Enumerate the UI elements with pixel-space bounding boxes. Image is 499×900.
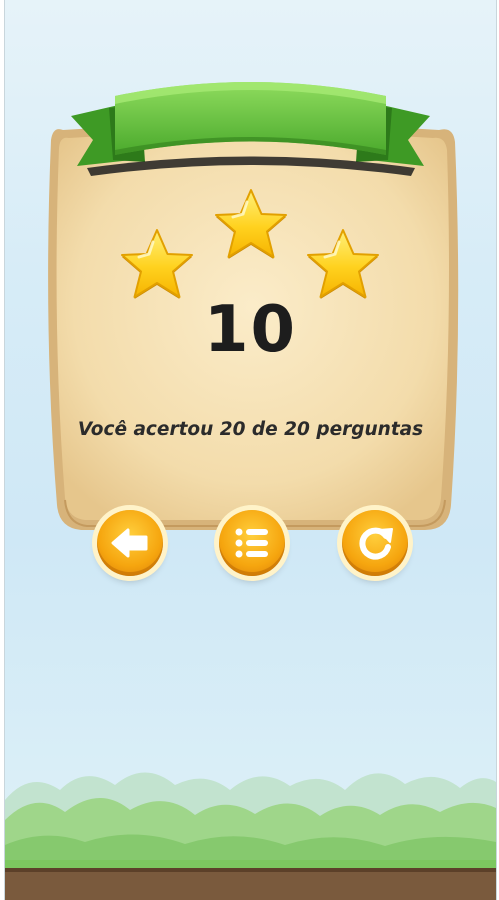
star-rating <box>121 189 379 299</box>
replay-icon <box>359 527 393 560</box>
retry-button[interactable] <box>342 510 408 576</box>
score-value: 10 <box>203 293 298 367</box>
back-button[interactable] <box>97 510 163 576</box>
result-message: Você acertou 20 de 20 perguntas <box>77 419 424 440</box>
levels-menu-button[interactable] <box>219 510 285 576</box>
list-icon <box>235 528 268 558</box>
star-icon <box>307 229 379 299</box>
game-screen: 10 Você acertou 20 de 20 perguntas <box>4 0 497 900</box>
arrow-left-icon <box>111 528 148 558</box>
star-icon <box>121 229 193 299</box>
star-icon <box>215 189 287 259</box>
